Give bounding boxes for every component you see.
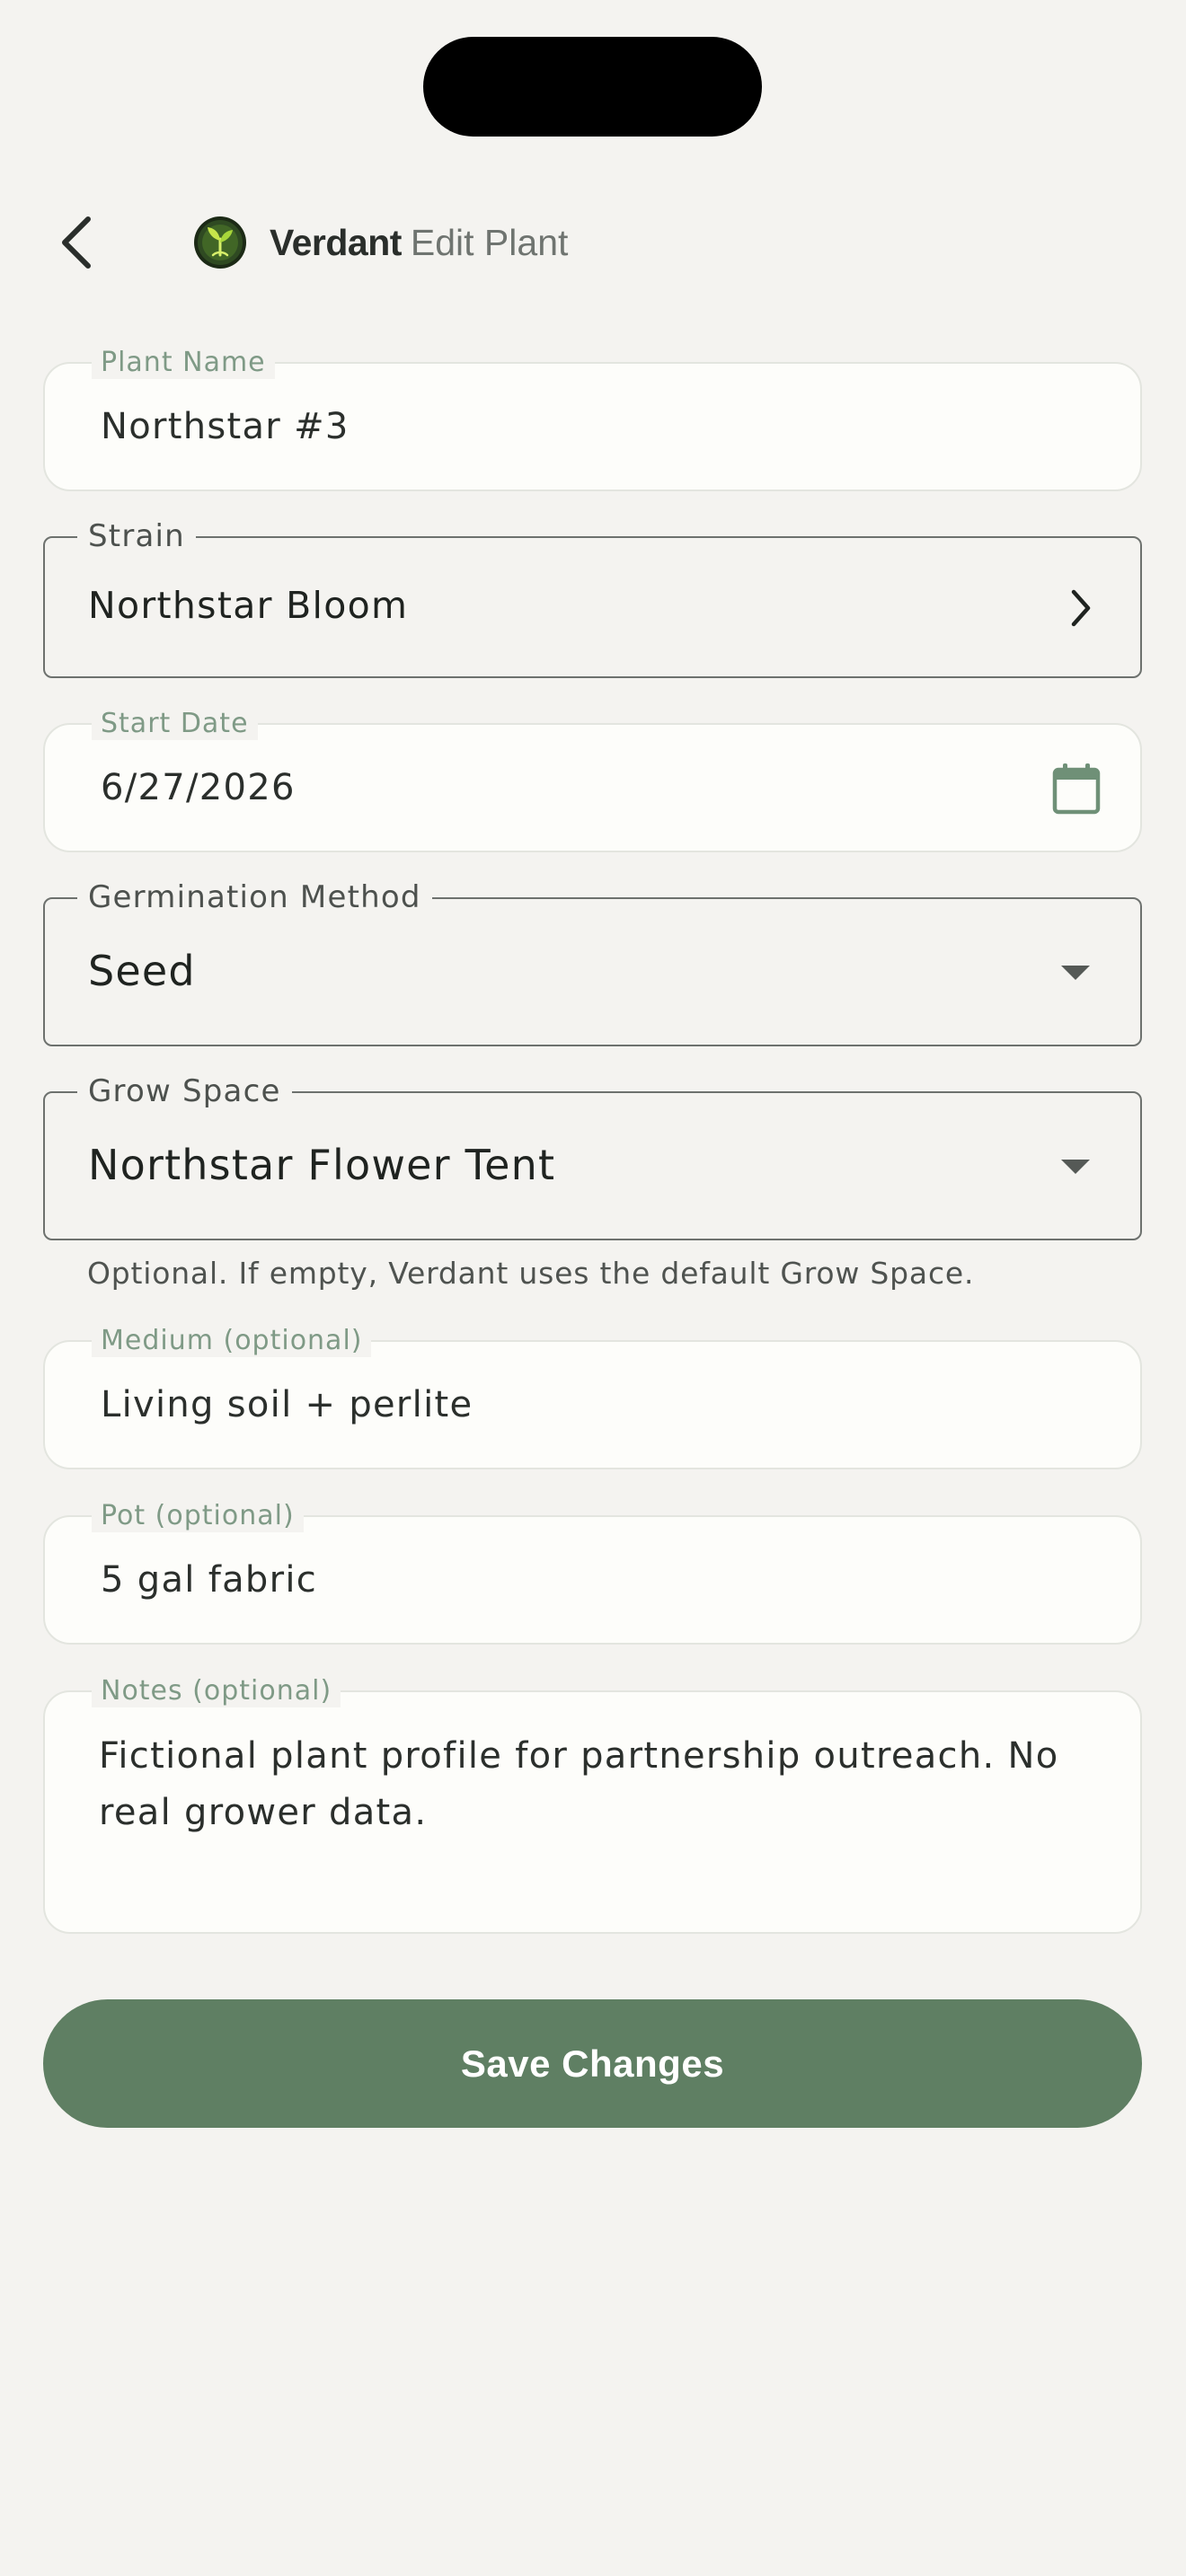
germination-method-value: Seed (88, 947, 196, 995)
app-header: Verdant Edit Plant (0, 198, 1186, 287)
pot-field[interactable]: Pot (optional) 5 gal fabric (43, 1500, 1142, 1645)
strain-value: Northstar Bloom (88, 584, 409, 627)
verdant-logo-icon (194, 216, 246, 269)
dropdown-arrow-icon (1061, 1160, 1090, 1174)
strain-field[interactable]: Strain Northstar Bloom (43, 518, 1142, 678)
page-subtitle: Edit Plant (410, 222, 569, 263)
start-date-label: Start Date (92, 708, 258, 740)
plant-name-field[interactable]: Plant Name Northstar #3 (43, 347, 1142, 491)
save-changes-button[interactable]: Save Changes (43, 1999, 1142, 2128)
medium-label: Medium (optional) (92, 1325, 372, 1357)
medium-value: Living soil + perlite (101, 1384, 474, 1425)
notes-value: Fictional plant profile for partnership … (99, 1735, 1059, 1833)
start-date-value: 6/27/2026 (101, 767, 296, 808)
pot-value: 5 gal fabric (101, 1559, 318, 1601)
grow-space-value: Northstar Flower Tent (88, 1141, 556, 1189)
germination-method-label: Germination Method (77, 879, 432, 915)
start-date-field[interactable]: Start Date 6/27/2026 (43, 708, 1142, 852)
back-button[interactable] (43, 208, 111, 277)
chevron-right-icon (1071, 589, 1091, 627)
calendar-icon[interactable] (1052, 763, 1101, 815)
strain-label: Strain (77, 518, 196, 554)
grow-space-helper-text: Optional. If empty, Verdant uses the def… (87, 1256, 975, 1291)
plant-name-label: Plant Name (92, 347, 275, 379)
chevron-left-icon (62, 216, 91, 269)
notes-textarea[interactable]: Notes (optional) Fictional plant profile… (43, 1675, 1142, 1934)
page-title: Verdant Edit Plant (270, 217, 568, 268)
medium-field[interactable]: Medium (optional) Living soil + perlite (43, 1325, 1142, 1469)
dropdown-arrow-icon (1061, 966, 1090, 980)
notes-label: Notes (optional) (92, 1675, 341, 1707)
germination-method-select[interactable]: Germination Method Seed (43, 879, 1142, 1046)
grow-space-select[interactable]: Grow Space Northstar Flower Tent (43, 1073, 1142, 1240)
pot-label: Pot (optional) (92, 1500, 304, 1532)
dynamic-island (423, 37, 762, 137)
plant-name-value: Northstar #3 (101, 406, 350, 447)
grow-space-label: Grow Space (77, 1073, 292, 1109)
brand-name: Verdant (270, 222, 402, 263)
